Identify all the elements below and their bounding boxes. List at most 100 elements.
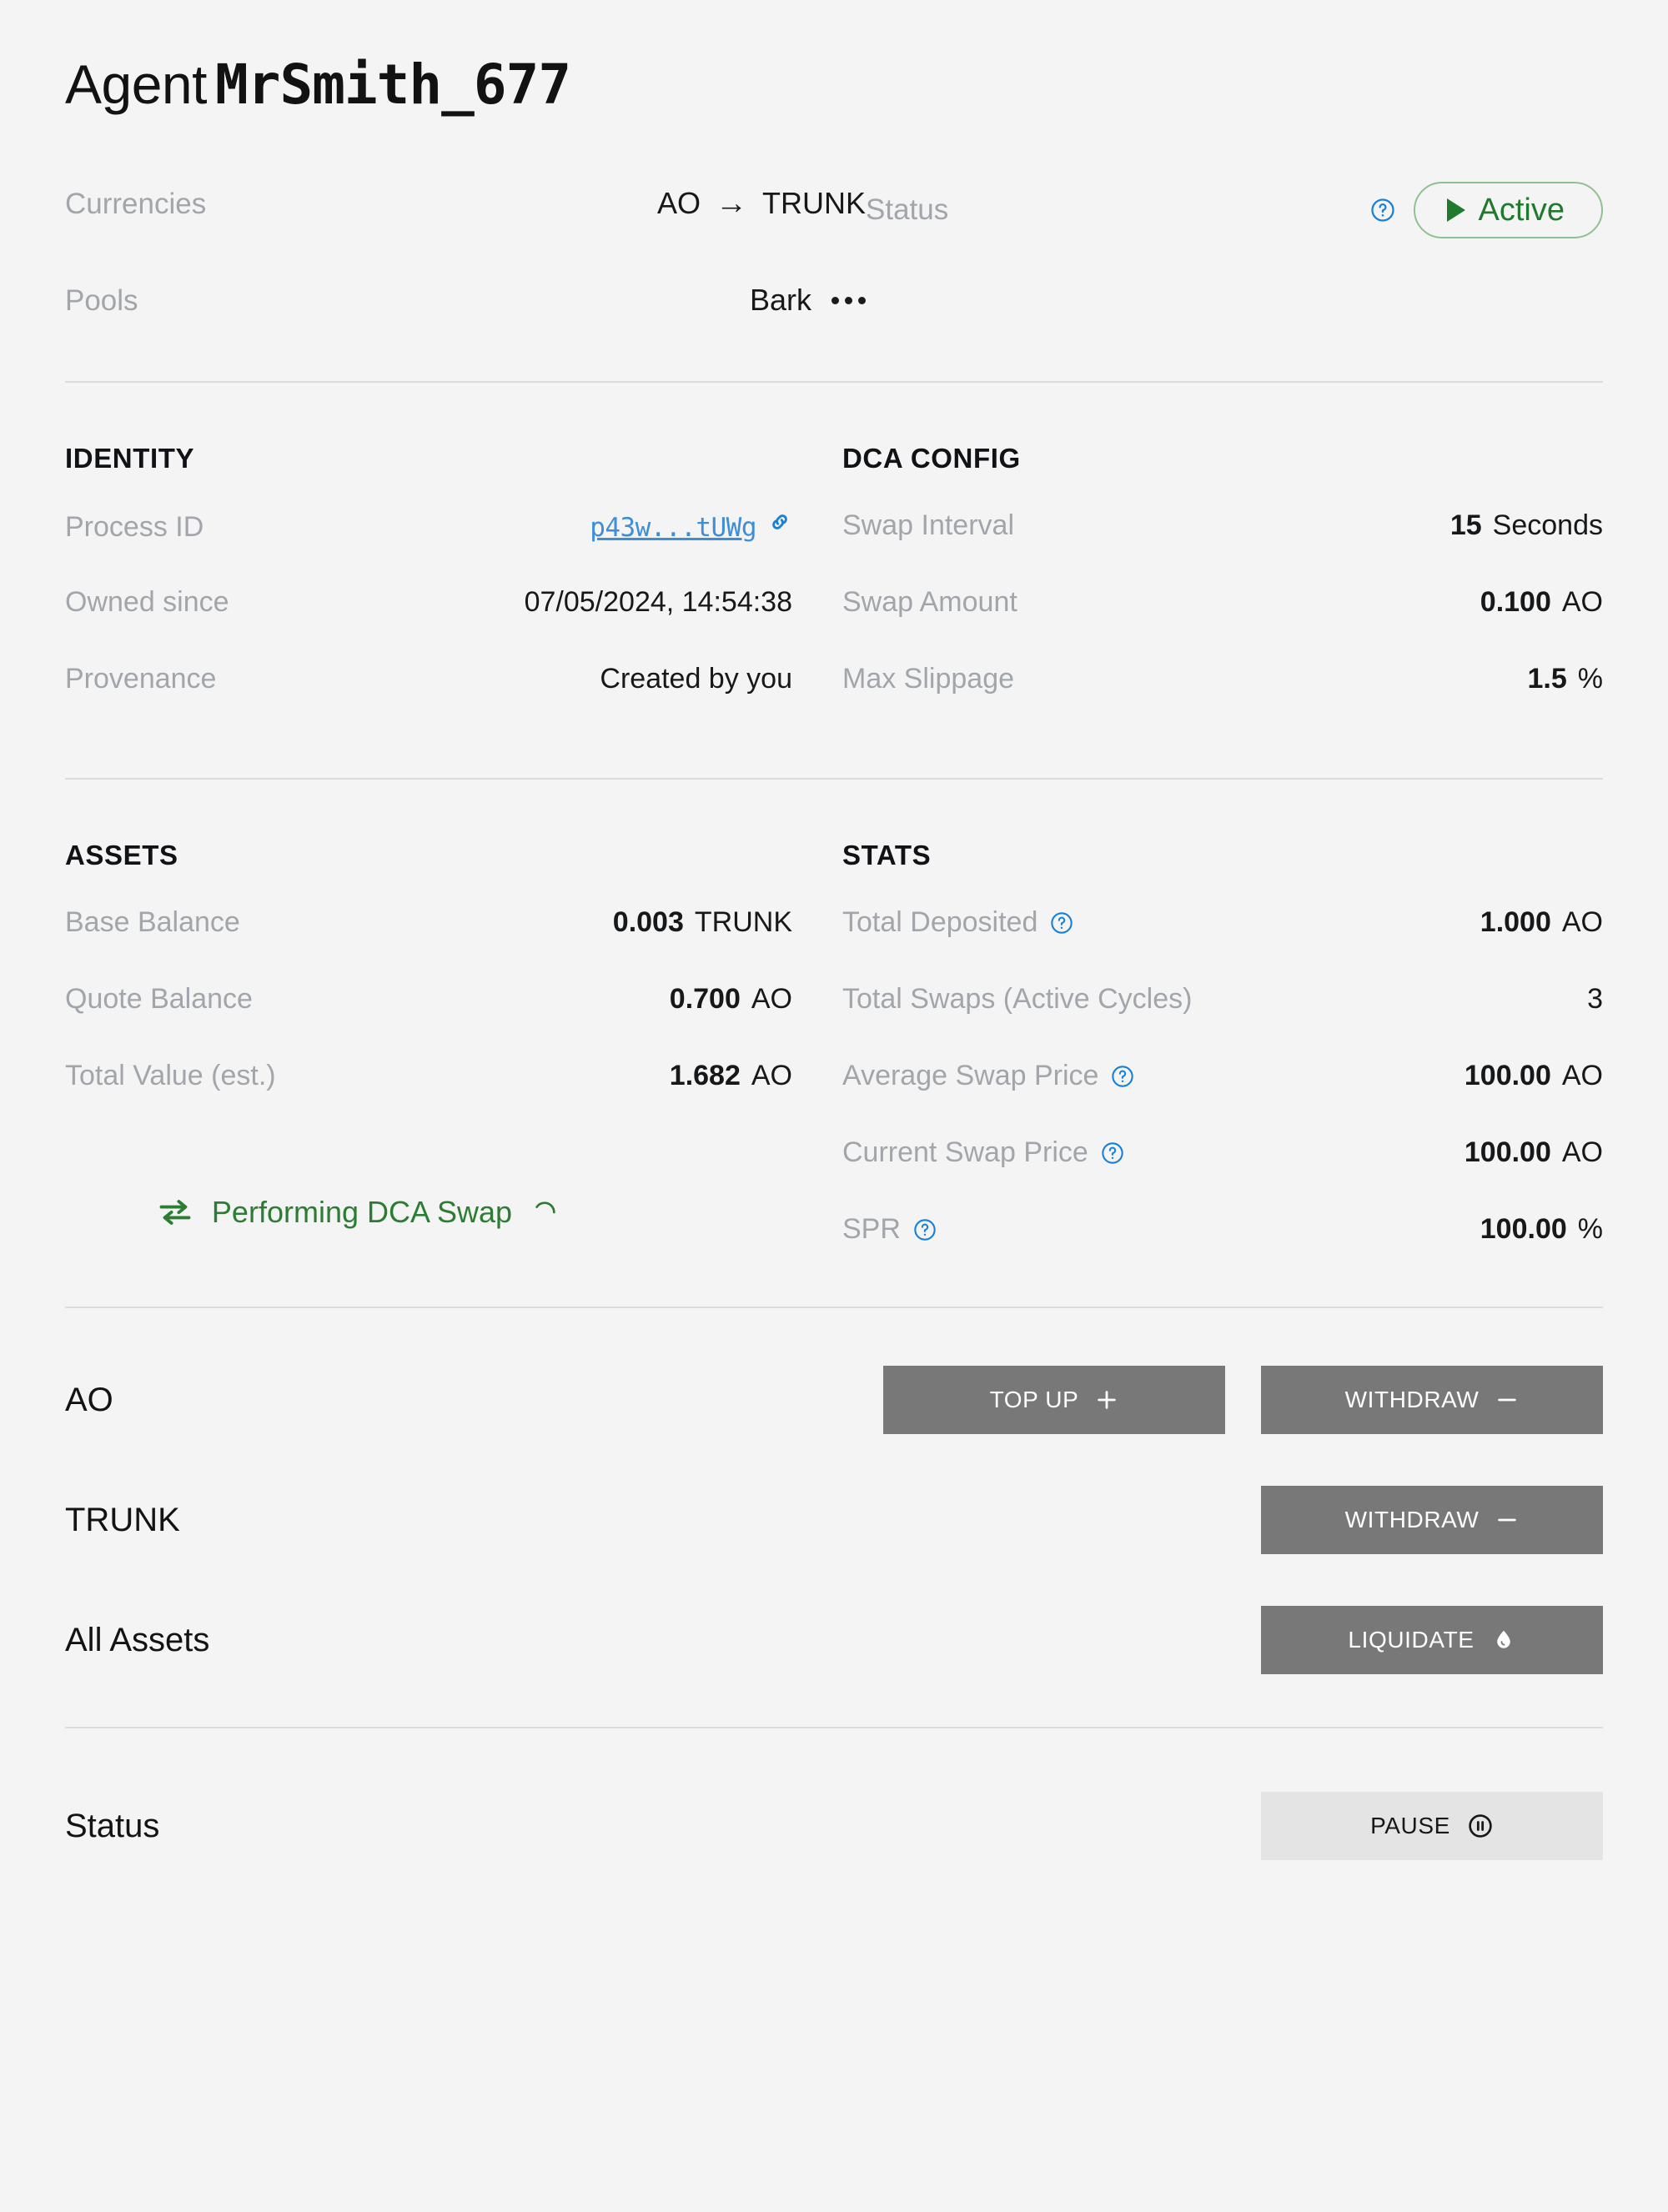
withdraw-trunk-button[interactable]: WITHDRAW: [1261, 1486, 1603, 1555]
swap-interval-label: Swap Interval: [842, 509, 1014, 542]
dca-row-swap-interval: Swap Interval 15 Seconds: [842, 509, 1603, 553]
empty-slot: [883, 1792, 1225, 1860]
status-row: Status Active: [866, 182, 1603, 239]
average-swap-price-unit: AO: [1561, 1060, 1603, 1092]
swap-amount-unit: AO: [1561, 586, 1603, 619]
swap-interval-number: 15: [1449, 509, 1482, 542]
swap-amount-value: 0.100 AO: [1480, 586, 1603, 619]
help-circle-icon[interactable]: [1110, 1064, 1135, 1089]
summary-right-column: Status Active: [866, 182, 1603, 331]
max-slippage-value: 1.5 %: [1528, 663, 1604, 695]
help-circle-icon[interactable]: [1370, 198, 1395, 223]
pause-circle-icon: [1467, 1813, 1494, 1839]
action-row-ao-buttons: TOP UP WITHDRAW: [883, 1366, 1603, 1435]
total-value-value: 1.682 AO: [670, 1060, 792, 1092]
status-value-group: Active: [1370, 182, 1603, 239]
max-slippage-number: 1.5: [1527, 663, 1567, 695]
current-swap-price-label-text: Current Swap Price: [842, 1136, 1088, 1169]
average-swap-price-label-text: Average Swap Price: [842, 1060, 1099, 1092]
withdraw-ao-button-label: WITHDRAW: [1344, 1387, 1480, 1413]
help-circle-icon[interactable]: [912, 1217, 937, 1242]
minus-icon: [1495, 1388, 1519, 1412]
quote-balance-value: 0.700 AO: [670, 983, 792, 1016]
spr-value: 100.00 %: [1480, 1213, 1603, 1246]
action-row-ao-label: AO: [65, 1381, 113, 1418]
stats-row-spr: SPR 100.00 %: [842, 1213, 1603, 1256]
actions-section: AO TOP UP WITHDRAW TRUNK WITHDRAW All As…: [65, 1340, 1603, 1700]
performing-swap-label: Performing DCA Swap: [211, 1195, 513, 1230]
total-deposited-unit: AO: [1561, 906, 1603, 939]
dca-config-title: DCA CONFIG: [842, 443, 1021, 474]
quote-balance-number: 0.700: [669, 983, 741, 1016]
stats-row-average-swap-price: Average Swap Price 100.00 AO: [842, 1060, 1603, 1103]
base-balance-number: 0.003: [612, 906, 684, 939]
dca-row-max-slippage: Max Slippage 1.5 %: [842, 663, 1603, 706]
pause-button[interactable]: PAUSE: [1261, 1792, 1603, 1861]
action-row-trunk-label: TRUNK: [65, 1501, 180, 1538]
link-icon[interactable]: [767, 509, 792, 534]
dca-row-swap-amount: Swap Amount 0.100 AO: [842, 586, 1603, 629]
help-circle-icon[interactable]: [1049, 910, 1074, 935]
current-swap-price-unit: AO: [1561, 1136, 1603, 1169]
stats-row-total-swaps: Total Swaps (Active Cycles) 3: [842, 983, 1603, 1026]
identity-column: IDENTITY Process ID p43w...tUWg Owned si…: [65, 443, 834, 706]
assets-row-total-value: Total Value (est.) 1.682 AO: [65, 1060, 792, 1103]
spr-label: SPR: [842, 1213, 937, 1246]
assets-column: ASSETS Base Balance 0.003 TRUNK Quote Ba…: [65, 840, 834, 1256]
minus-icon: [1495, 1508, 1519, 1532]
empty-slot: [883, 1606, 1225, 1674]
top-up-button-label: TOP UP: [989, 1387, 1079, 1413]
pools-label: Pools: [65, 284, 138, 318]
plus-icon: [1095, 1388, 1118, 1412]
action-row-trunk: TRUNK WITHDRAW: [65, 1460, 1603, 1580]
swap-arrows-icon: [157, 1198, 193, 1226]
liquidate-button-label: LIQUIDATE: [1348, 1627, 1475, 1653]
stats-row-current-swap-price: Current Swap Price 100.00 AO: [842, 1136, 1603, 1180]
swap-amount-label: Swap Amount: [842, 586, 1017, 619]
withdraw-ao-button[interactable]: WITHDRAW: [1261, 1366, 1603, 1435]
identity-row-owned-since: Owned since 07/05/2024, 14:54:38: [65, 586, 792, 629]
pause-button-label: PAUSE: [1370, 1813, 1450, 1839]
swap-amount-number: 0.100: [1480, 586, 1551, 619]
total-swaps-value: 3: [1587, 983, 1603, 1016]
arrow-right-icon: →: [716, 186, 747, 222]
pools-name: Bark: [749, 283, 811, 318]
identity-row-provenance: Provenance Created by you: [65, 663, 792, 706]
ellipsis-icon[interactable]: [831, 296, 866, 304]
currency-from: AO: [656, 186, 701, 221]
max-slippage-unit: %: [1577, 663, 1603, 695]
status-badge[interactable]: Active: [1413, 182, 1603, 239]
action-row-all-assets: All Assets LIQUIDATE: [65, 1580, 1603, 1700]
identity-row-process-id: Process ID p43w...tUWg: [65, 509, 792, 553]
provenance-label: Provenance: [65, 663, 217, 695]
currencies-value: AO → TRUNK: [657, 186, 866, 221]
current-swap-price-value: 100.00 AO: [1465, 1136, 1603, 1169]
liquidate-button[interactable]: LIQUIDATE: [1261, 1606, 1603, 1675]
pools-row: Pools Bark: [65, 283, 866, 331]
provenance-value: Created by you: [600, 663, 792, 695]
total-swaps-label-text: Total Swaps (Active Cycles): [842, 983, 1193, 1016]
max-slippage-label: Max Slippage: [842, 663, 1015, 695]
spr-number: 100.00: [1480, 1213, 1567, 1246]
current-swap-price-label: Current Swap Price: [842, 1136, 1125, 1169]
quote-balance-label: Quote Balance: [65, 983, 253, 1016]
identity-dca-section: IDENTITY Process ID p43w...tUWg Owned si…: [65, 443, 1603, 706]
total-value-label: Total Value (est.): [65, 1060, 276, 1092]
current-swap-price-number: 100.00: [1464, 1136, 1551, 1169]
currency-to: TRUNK: [762, 186, 866, 221]
droplet-icon: [1491, 1628, 1516, 1653]
swap-interval-unit: Seconds: [1492, 509, 1603, 542]
total-swaps-label: Total Swaps (Active Cycles): [842, 983, 1192, 1016]
top-up-button[interactable]: TOP UP: [883, 1366, 1225, 1435]
currencies-label: Currencies: [65, 188, 207, 221]
action-row-ao: AO TOP UP WITHDRAW: [65, 1340, 1603, 1460]
process-id-link[interactable]: p43w...tUWg: [590, 513, 756, 543]
page-title: Agent MrSmith_677: [65, 0, 1603, 118]
help-circle-icon[interactable]: [1100, 1141, 1125, 1166]
summary-left-column: Currencies AO → TRUNK Pools Bark: [65, 186, 866, 331]
owned-since-text: 07/05/2024, 14:54:38: [524, 586, 792, 619]
stats-column: STATS Total Deposited 1.000 AO Total Swa…: [834, 840, 1603, 1256]
average-swap-price-value: 100.00 AO: [1465, 1060, 1603, 1092]
total-deposited-label: Total Deposited: [842, 906, 1074, 939]
play-icon: [1446, 198, 1465, 223]
